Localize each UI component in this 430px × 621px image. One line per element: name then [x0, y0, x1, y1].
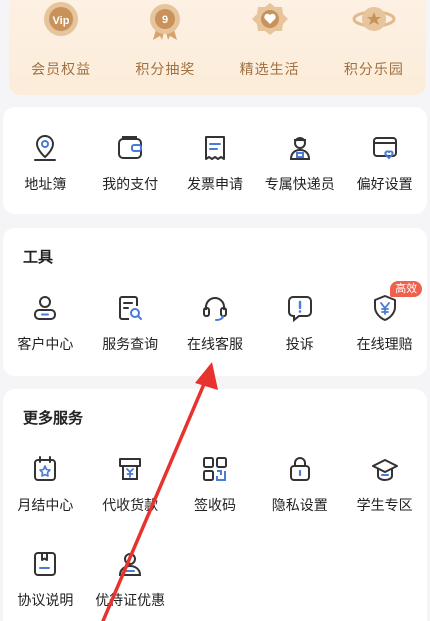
search-document-icon: [115, 293, 145, 323]
entry-label: 协议说明: [17, 593, 74, 609]
invoice-entry[interactable]: 发票申请: [173, 133, 258, 194]
preferences-entry[interactable]: 偏好设置: [342, 133, 427, 194]
entry-label: 客户中心: [17, 337, 74, 353]
preferential-card-entry[interactable]: 优待证优惠: [88, 549, 173, 610]
section-title-more: 更多服务: [23, 409, 84, 427]
headset-icon: [200, 293, 230, 323]
vip-item-points-park[interactable]: 积分乐园: [322, 0, 426, 95]
efficient-badge: 高效: [390, 281, 423, 297]
vip-medal-icon: Vip: [38, 2, 84, 42]
vip-item-label: 精选生活: [239, 62, 300, 78]
entry-label: 签收码: [193, 498, 236, 514]
svg-text:9: 9: [162, 14, 168, 26]
yen-box-icon: [115, 454, 145, 484]
person-badge-icon: [115, 549, 145, 579]
receipt-icon: [200, 133, 230, 163]
entry-label: 地址簿: [24, 177, 67, 193]
cash-on-delivery-entry[interactable]: 代收货款: [88, 454, 173, 515]
entry-label: 偏好设置: [356, 177, 413, 193]
entry-label: 专属快递员: [264, 177, 335, 193]
lock-icon: [285, 454, 315, 484]
lottery-medal-icon: 9: [142, 2, 188, 42]
entry-label: 服务查询: [102, 337, 159, 353]
vip-item-selected-life[interactable]: 精选生活: [218, 0, 322, 95]
agreement-entry[interactable]: 协议说明: [3, 549, 88, 610]
entry-label: 月结中心: [17, 498, 74, 514]
user-icon: [30, 293, 60, 323]
vip-item-member-benefits[interactable]: Vip 会员权益: [9, 0, 113, 95]
entry-label: 代收货款: [102, 498, 159, 514]
entry-label: 在线理赔: [356, 337, 413, 353]
address-book-entry[interactable]: 地址簿: [3, 133, 88, 194]
vip-item-label: 会员权益: [31, 62, 92, 78]
privacy-settings-entry[interactable]: 隐私设置: [257, 454, 342, 515]
preference-card-icon: [370, 133, 400, 163]
quick-entries-card: 地址簿 我的支付 发票申请 专属快递员 偏好设置: [3, 107, 427, 214]
yen-shield-icon: [370, 293, 400, 323]
entry-label: 学生专区: [356, 498, 413, 514]
service-query-entry[interactable]: 服务查询: [88, 293, 173, 354]
document-icon: [30, 549, 60, 579]
section-title-tools: 工具: [23, 248, 54, 266]
wallet-icon: [115, 133, 145, 163]
more-services-card: 更多服务 月结中心 代收货款 签收码 隐私设置 学生专区 协议说明 优待证优惠: [3, 389, 427, 621]
entry-label: 投诉: [285, 337, 314, 353]
online-support-entry[interactable]: 在线客服: [173, 293, 258, 354]
entry-label: 在线客服: [186, 337, 243, 353]
online-claim-entry[interactable]: 高效 在线理赔: [342, 281, 427, 354]
vip-item-points-lottery[interactable]: 9 积分抽奖: [113, 0, 217, 95]
sign-code-entry[interactable]: 签收码: [173, 454, 258, 515]
svg-text:Vip: Vip: [53, 15, 70, 27]
location-pin-icon: [30, 133, 60, 163]
courier-entry[interactable]: 专属快递员: [257, 133, 342, 194]
vip-benefits-strip: Vip 会员权益 9 积分抽奖 精选生活 积分乐园: [9, 0, 426, 95]
entry-label: 发票申请: [186, 177, 243, 193]
entry-label: 优待证优惠: [95, 593, 166, 609]
student-zone-entry[interactable]: 学生专区: [342, 454, 427, 515]
tools-card: 工具 客户中心 服务查询 在线客服 投诉 高效 在线理赔: [3, 228, 427, 376]
my-payment-entry[interactable]: 我的支付: [88, 133, 173, 194]
qr-code-icon: [200, 454, 230, 484]
courier-icon: [285, 133, 315, 163]
entry-label: 隐私设置: [271, 498, 328, 514]
heart-medal-icon: [247, 2, 293, 42]
planet-star-icon: [351, 2, 397, 42]
alert-bubble-icon: [285, 293, 315, 323]
customer-center-entry[interactable]: 客户中心: [3, 293, 88, 354]
vip-item-label: 积分抽奖: [135, 62, 196, 78]
graduation-cap-icon: [370, 454, 400, 484]
monthly-settlement-entry[interactable]: 月结中心: [3, 454, 88, 515]
vip-item-label: 积分乐园: [343, 62, 404, 78]
entry-label: 我的支付: [102, 177, 159, 193]
calendar-star-icon: [30, 454, 60, 484]
complaint-entry[interactable]: 投诉: [257, 293, 342, 354]
